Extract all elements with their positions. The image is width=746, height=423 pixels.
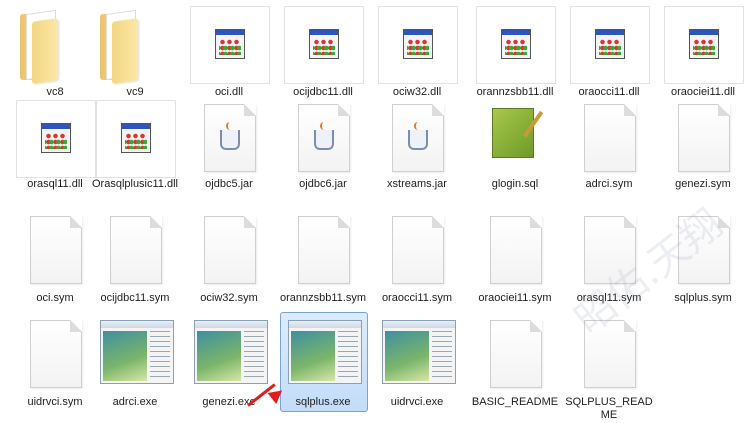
sql-file-icon (492, 108, 534, 158)
blank-file-icon (298, 216, 350, 284)
file-label: ocijdbc11.sym (100, 292, 170, 304)
file-label: orannzsbb11.dll (476, 86, 554, 98)
blank-file-icon (30, 320, 82, 388)
exe-file-icon (288, 320, 362, 384)
file-label: BASIC_README (471, 396, 559, 408)
exe-file-icon (194, 320, 268, 384)
file-label: ojdbc5.jar (205, 178, 253, 190)
dll-file-icon (96, 100, 176, 178)
file-label: oraociei11.sym (478, 292, 552, 304)
file-label: oraociei11.dll (670, 86, 735, 98)
dll-file-icon (664, 6, 744, 84)
blank-file-icon (110, 216, 162, 284)
file-label: ocijdbc11.dll (293, 86, 353, 98)
blank-file-icon (490, 216, 542, 284)
file-label: oraocci11.dll (578, 86, 640, 98)
file-label: oci.dll (214, 86, 244, 98)
exe-file-icon (382, 320, 456, 384)
dll-file-icon (16, 100, 96, 178)
file-label: ociw32.sym (200, 292, 258, 304)
file-label: sqlplus.exe (295, 396, 351, 408)
file-label: orannzsbb11.sym (279, 292, 366, 304)
file-label: sqlplus.sym (674, 292, 732, 304)
blank-file-icon (392, 216, 444, 284)
file-label: ojdbc6.jar (299, 178, 347, 190)
file-label: SQLPLUS_README (565, 396, 653, 421)
blank-file-icon (30, 216, 82, 284)
dll-file-icon (284, 6, 364, 84)
file-label: vc9 (126, 86, 144, 98)
file-label: oci.sym (36, 292, 74, 304)
file-label: uidrvci.exe (390, 396, 444, 408)
blank-file-icon (204, 216, 256, 284)
file-label: uidrvci.sym (27, 396, 83, 408)
blank-file-icon (490, 320, 542, 388)
dll-file-icon (476, 6, 556, 84)
file-label: orasql11.dll (27, 178, 83, 190)
dll-file-icon (570, 6, 650, 84)
file-label: adrci.exe (112, 396, 158, 408)
exe-file-icon (100, 320, 174, 384)
file-label: adrci.sym (585, 178, 633, 190)
blank-file-icon (678, 104, 730, 172)
file-label: glogin.sql (491, 178, 539, 190)
dll-file-icon (378, 6, 458, 84)
dll-file-icon (190, 6, 270, 84)
file-label: vc8 (46, 86, 64, 98)
file-label: genezi.sym (675, 178, 731, 190)
file-label: oraocci11.sym (381, 292, 453, 304)
file-label: xstreams.jar (387, 178, 447, 190)
file-label: Orasqlplusic11.dll (91, 178, 178, 190)
blank-file-icon (584, 104, 636, 172)
file-label: genezi.exe (202, 396, 256, 408)
file-label: ociw32.dll (392, 86, 442, 98)
